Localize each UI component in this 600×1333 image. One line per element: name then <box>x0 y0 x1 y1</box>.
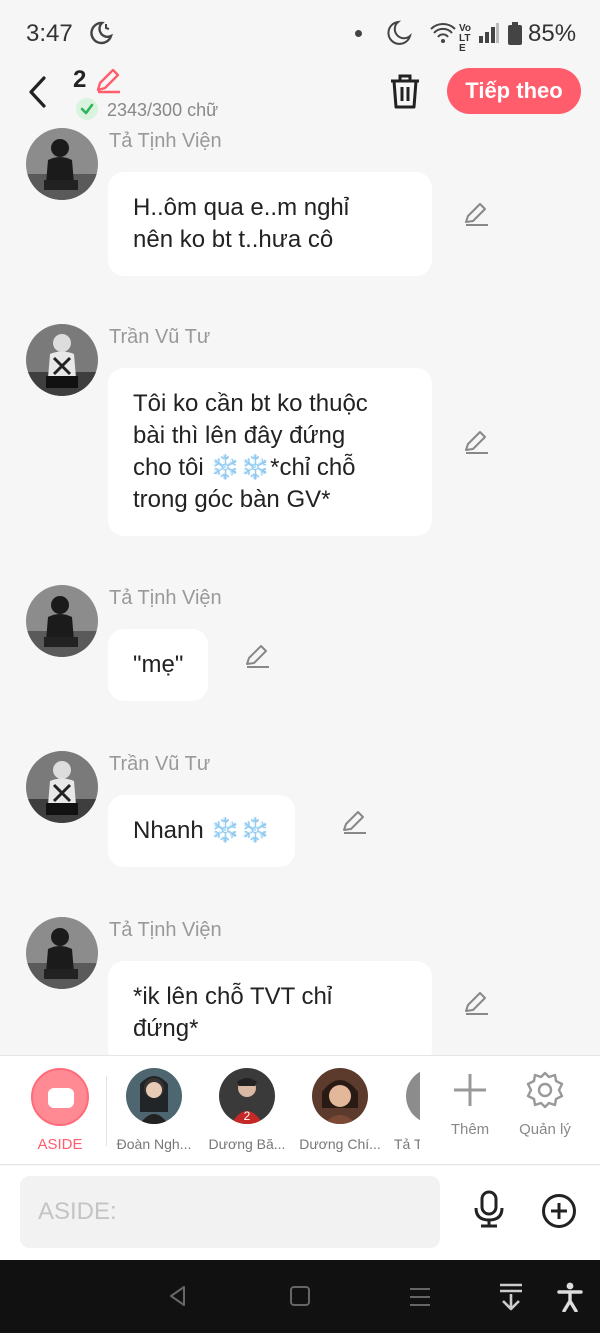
message-line: bài thì lên đây đứng <box>133 422 346 449</box>
avatar <box>312 1068 368 1124</box>
svg-text:2: 2 <box>244 1109 251 1123</box>
nav-recents-icon[interactable] <box>408 1286 432 1308</box>
system-nav-bar <box>0 1260 600 1333</box>
status-bar: 3:47 Vo LTE 85% <box>0 0 600 66</box>
edit-icon[interactable] <box>243 642 271 670</box>
avatar <box>406 1068 420 1124</box>
avatar <box>126 1068 182 1124</box>
pencil-icon[interactable] <box>94 66 122 94</box>
nav-back-icon[interactable] <box>166 1284 190 1308</box>
character-item[interactable]: Đoàn Ngh... <box>112 1068 196 1152</box>
gear-icon <box>526 1071 564 1109</box>
plus-icon <box>454 1074 486 1106</box>
avatar: 2 <box>219 1068 275 1124</box>
sender-name: Tả Tịnh Viện <box>109 587 222 609</box>
character-item[interactable]: Tả T <box>394 1068 420 1152</box>
check-icon <box>76 98 98 120</box>
message-line: H..ôm qua e..m nghỉ <box>133 194 350 221</box>
message-line: đứng* <box>133 1015 199 1042</box>
message-bubble[interactable]: *ik lên chỗ TVT chỉ đứng* <box>108 961 432 1055</box>
sender-name: Trần Vũ Tư <box>109 753 211 775</box>
sender-name: Tả Tịnh Viện <box>109 919 222 941</box>
notification-dot <box>355 30 362 37</box>
message-line: trong góc bàn GV* <box>133 486 331 513</box>
word-count: 2343/300 chữ <box>107 100 219 120</box>
add-label: Thêm <box>450 1121 490 1138</box>
avatar[interactable] <box>26 128 98 200</box>
editor-header: 2 2343/300 chữ Tiếp theo <box>0 66 600 128</box>
message-bubble[interactable]: "mẹ" <box>108 629 209 701</box>
dnd-moon-icon <box>387 20 412 45</box>
character-name: Dương Bă... <box>208 1136 286 1152</box>
character-name: Tả T <box>394 1136 420 1152</box>
signal-icon <box>479 23 499 43</box>
add-character-button[interactable]: Thêm <box>446 1070 494 1138</box>
edit-icon[interactable] <box>462 428 490 456</box>
edit-icon[interactable] <box>462 200 490 228</box>
moon-clock-icon <box>90 21 113 45</box>
character-bar: ASIDE Đoàn Ngh... 2 Dương Bă... Dương Ch… <box>0 1055 600 1165</box>
message-line: cho tôi ❄️❄️*chỉ chỗ <box>133 454 356 481</box>
avatar[interactable] <box>26 917 98 989</box>
character-name: Đoàn Ngh... <box>116 1136 192 1152</box>
volte-indicator: Vo LTE <box>459 23 472 54</box>
aside-icon <box>31 1068 89 1126</box>
input-bar <box>0 1166 600 1260</box>
battery-icon <box>508 22 522 45</box>
message-list[interactable]: Tả Tịnh Viện H..ôm qua e..m nghỉ nên ko … <box>0 128 600 1055</box>
avatar[interactable] <box>26 751 98 823</box>
message-line: Tôi ko cần bt ko thuộc <box>133 390 368 417</box>
message-line: Nhanh ❄️❄️ <box>133 817 271 844</box>
message-line: nên ko bt t..hưa cô <box>133 226 334 253</box>
aside-input[interactable] <box>20 1176 440 1248</box>
message-line: "mẹ" <box>133 651 184 678</box>
sender-name: Tả Tịnh Viện <box>109 130 222 152</box>
wifi-icon <box>430 23 456 43</box>
divider <box>106 1076 107 1146</box>
character-item[interactable]: 2 Dương Bă... <box>205 1068 289 1152</box>
accessibility-icon[interactable] <box>557 1282 583 1312</box>
battery-percent: 85% <box>528 20 577 47</box>
next-button[interactable]: Tiếp theo <box>447 68 581 114</box>
aside-label: ASIDE <box>37 1136 83 1153</box>
avatar[interactable] <box>26 324 98 396</box>
chapter-number: 2 <box>73 66 87 93</box>
message-bubble[interactable]: Nhanh ❄️❄️ <box>108 795 296 867</box>
microphone-icon[interactable] <box>472 1190 506 1228</box>
nav-home-icon[interactable] <box>289 1285 311 1307</box>
manage-button[interactable]: Quản lý <box>515 1070 575 1138</box>
avatar[interactable] <box>26 585 98 657</box>
nav-hide-icon[interactable] <box>497 1282 525 1312</box>
back-arrow-icon[interactable] <box>22 72 52 112</box>
message-bubble[interactable]: Tôi ko cần bt ko thuộc bài thì lên đây đ… <box>108 368 432 536</box>
character-aside[interactable]: ASIDE <box>30 1068 90 1153</box>
manage-label: Quản lý <box>519 1121 571 1138</box>
edit-icon[interactable] <box>340 808 368 836</box>
character-item[interactable]: Dương Chí... <box>298 1068 382 1152</box>
plus-circle-icon[interactable] <box>541 1193 577 1229</box>
trash-icon[interactable] <box>388 72 422 110</box>
message-line: *ik lên chỗ TVT chỉ <box>133 983 333 1010</box>
message-bubble[interactable]: H..ôm qua e..m nghỉ nên ko bt t..hưa cô <box>108 172 432 276</box>
sender-name: Trần Vũ Tư <box>109 326 211 348</box>
status-time: 3:47 <box>26 20 73 47</box>
character-name: Dương Chí... <box>299 1136 381 1152</box>
edit-icon[interactable] <box>462 989 490 1017</box>
